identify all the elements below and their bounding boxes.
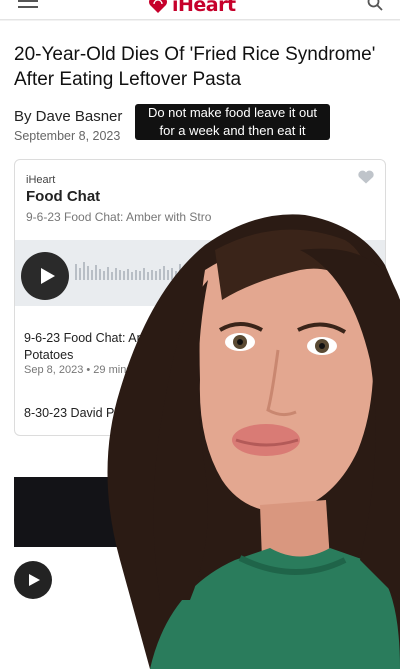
video-thumbnail[interactable] [14,477,386,547]
play-button[interactable] [21,252,69,300]
player-subtitle: 9-6-23 Food Chat: Amber with Stro [26,210,212,224]
waveform-bar [119,270,121,280]
search-icon[interactable] [366,0,384,12]
article-byline[interactable]: By Dave Basner [14,108,122,125]
brand-name: iHeart [172,0,236,16]
player-source: iHeart [26,174,56,186]
player-title[interactable]: Food Chat [26,188,100,205]
waveform-bar [127,269,129,280]
waveform-bar [95,265,97,280]
iheart-logo[interactable]: iHeart [148,0,236,16]
waveform-bar [171,268,173,280]
waveform-bar [107,267,109,280]
podcast-player-card: iHeart Food Chat 9-6-23 Food Chat: Amber… [14,159,386,436]
waveform-bar [87,266,89,280]
waveform-bar [147,272,149,280]
waveform-bar [91,270,93,280]
waveform-bar [103,271,105,280]
waveform-bar [187,270,189,280]
waveform-bar [183,268,185,280]
video-embed[interactable] [14,477,386,622]
waveform-bar [139,271,141,280]
caption-text: Do not make food leave it out for a week… [135,104,330,140]
waveform-bar [191,266,193,280]
hamburger-menu-icon[interactable] [18,0,38,10]
video-caption: Do not make food leave it out for a week… [135,104,330,140]
episode-meta: Sep 8, 2023 • 29 mins [24,364,132,376]
waveform-bar [163,266,165,280]
video-play-button[interactable] [14,561,52,599]
episode-title[interactable]: 8-30-23 David Pi Interview [24,405,184,422]
waveform-bar [111,272,113,280]
iheart-heart-icon [358,170,374,184]
waveform-bar [131,272,133,280]
waveform-bar [151,270,153,280]
waveform-bar [123,271,125,280]
article-date: September 8, 2023 [14,129,121,143]
waveform-bar [143,268,145,280]
waveform-bar [99,269,101,280]
waveform-bar [83,262,85,280]
play-icon [29,574,40,586]
iheart-heart-icon [149,0,167,13]
waveform-bar [79,268,81,280]
waveform-bar [75,264,77,280]
episode-title[interactable]: 9-6-23 Food Chat: Amb Potatoes [24,330,184,364]
audio-waveform[interactable] [15,240,385,306]
waveform-bar [115,268,117,280]
play-icon [40,268,55,284]
waveform-bar [155,271,157,280]
top-navigation-bar: iHeart [0,0,400,20]
article-headline: 20-Year-Old Dies Of 'Fried Rice Syndrome… [14,44,376,90]
waveform-bar [175,271,177,280]
waveform-bar [167,270,169,280]
waveform-bar [135,270,137,280]
waveform-bar [159,269,161,280]
waveform-bar [179,264,181,280]
